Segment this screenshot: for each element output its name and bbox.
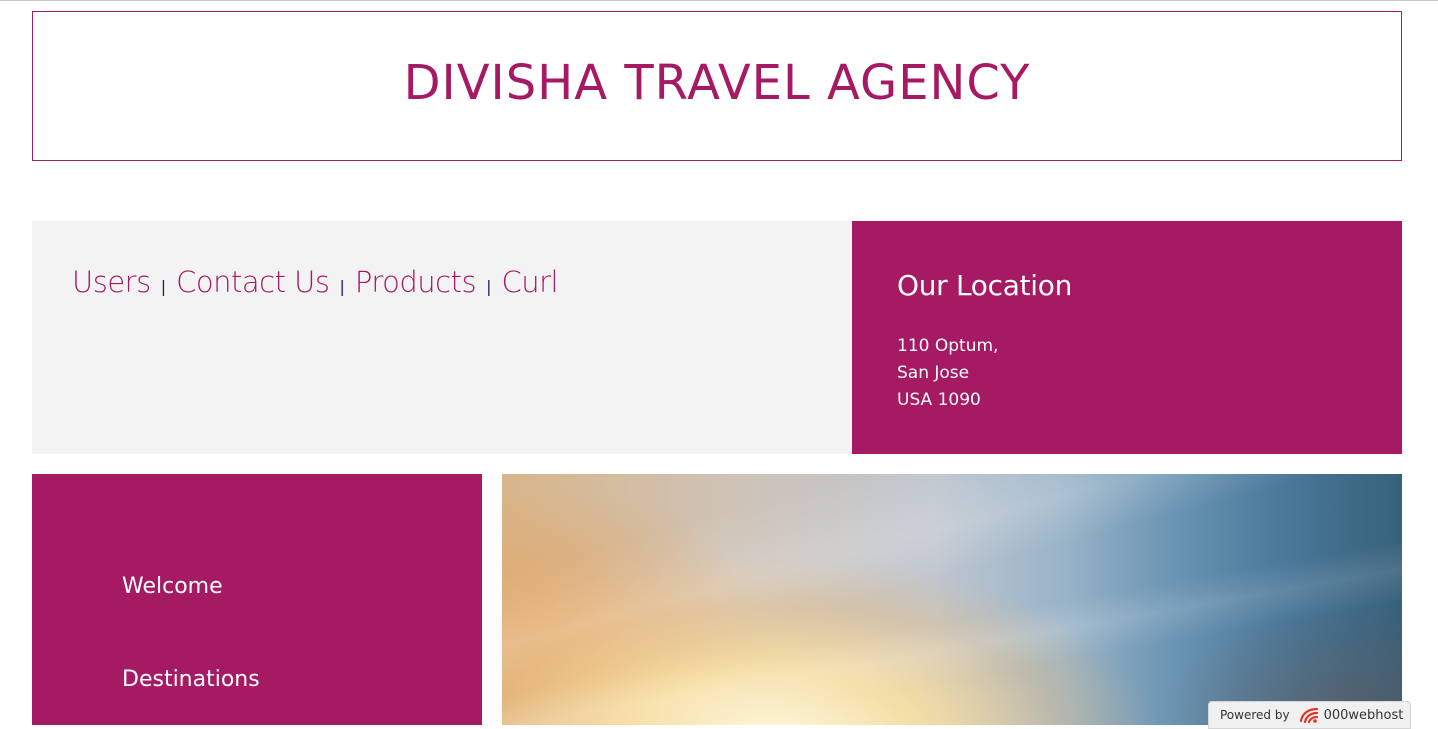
- powered-by-label: Powered by: [1220, 708, 1290, 722]
- location-panel: Our Location 110 Optum, San Jose USA 109…: [852, 221, 1402, 454]
- address-line: San Jose: [897, 363, 970, 383]
- sidebar-menu: Welcome Destinations: [32, 474, 482, 725]
- nav-separator: |: [339, 277, 345, 296]
- webhost-brand-label: 000webhost: [1323, 707, 1404, 723]
- nav-link-users[interactable]: Users: [72, 265, 151, 299]
- webhost-logo-icon: [1299, 707, 1318, 724]
- sidebar-item-destinations[interactable]: Destinations: [122, 667, 260, 692]
- nav-link-curl[interactable]: Curl: [502, 265, 559, 299]
- nav-link-contact-us[interactable]: Contact Us: [176, 265, 330, 299]
- sidebar-item-welcome[interactable]: Welcome: [122, 574, 223, 599]
- nav-separator: |: [160, 277, 167, 296]
- location-address: 110 Optum, San Jose USA 1090: [897, 333, 998, 414]
- nav-panel: Users | Contact Us | Products | Curl: [32, 221, 852, 454]
- address-line: 110 Optum,: [897, 336, 999, 356]
- nav-links: Users | Contact Us | Products | Curl: [72, 265, 559, 299]
- nav-link-products[interactable]: Products: [355, 265, 477, 299]
- site-title: DIVISHA TRAVEL AGENCY: [403, 55, 1031, 111]
- address-line: USA 1090: [897, 390, 981, 410]
- top-border-line: [0, 0, 1438, 1]
- nav-separator: |: [486, 277, 492, 296]
- location-title: Our Location: [897, 269, 1073, 302]
- site-header: DIVISHA TRAVEL AGENCY: [32, 11, 1402, 161]
- hero-sky-image: [502, 474, 1402, 725]
